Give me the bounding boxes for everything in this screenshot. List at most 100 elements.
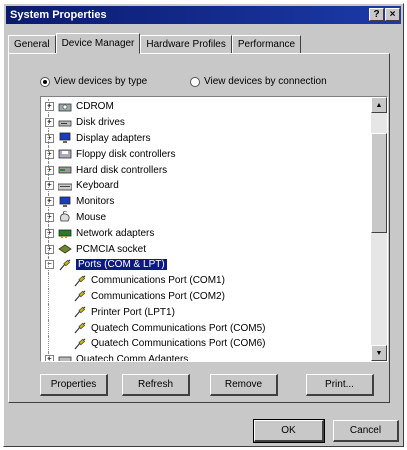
tree-item-label: Monitors bbox=[76, 196, 115, 208]
tab-performance[interactable]: Performance bbox=[231, 35, 302, 53]
tree-connector-line bbox=[48, 320, 49, 336]
expand-toggle[interactable]: + bbox=[45, 212, 54, 222]
tree-category-item[interactable]: + Floppy disk controllers bbox=[41, 146, 370, 163]
tree-item-label: CDROM bbox=[76, 101, 114, 113]
tree-category-item[interactable]: − Ports (COM & LPT) bbox=[41, 256, 370, 273]
tree-category-item[interactable]: + Hard disk controllers bbox=[41, 162, 370, 178]
tree-connector-line bbox=[48, 288, 49, 305]
floppy-controller-icon bbox=[58, 148, 72, 160]
tree-category-item[interactable]: + Display adapters bbox=[41, 130, 370, 147]
scroll-thumb[interactable] bbox=[371, 133, 387, 233]
tree-connector-line bbox=[48, 162, 49, 178]
refresh-button[interactable]: Refresh bbox=[122, 374, 190, 396]
tree-item-label: Quatech Communications Port (COM5) bbox=[91, 322, 266, 334]
tree-connector-line bbox=[48, 304, 49, 321]
port-icon bbox=[58, 259, 72, 271]
tree-item-label: Communications Port (COM1) bbox=[91, 275, 225, 287]
tree-connector-line bbox=[48, 99, 49, 115]
port-icon bbox=[73, 338, 87, 350]
tree-category-item[interactable]: + Disk drives bbox=[41, 114, 370, 131]
expand-toggle[interactable]: + bbox=[45, 244, 54, 254]
tab-hardware-profiles[interactable]: Hardware Profiles bbox=[140, 35, 232, 53]
title-bar[interactable]: System Properties ? × bbox=[6, 6, 401, 24]
tree-scrollbar[interactable]: ▲ ▼ bbox=[371, 97, 387, 361]
tree-connector-line bbox=[48, 241, 49, 257]
tree-connector-line bbox=[48, 256, 49, 273]
scroll-up-button[interactable]: ▲ bbox=[371, 97, 387, 113]
expand-toggle[interactable]: + bbox=[45, 118, 54, 128]
tree-connector-line bbox=[48, 114, 49, 131]
expand-toggle[interactable]: + bbox=[45, 133, 54, 143]
keyboard-icon bbox=[57, 180, 73, 192]
tree-item-label: Disk drives bbox=[76, 117, 125, 129]
properties-button[interactable]: Properties bbox=[40, 374, 108, 396]
disk-drive-icon bbox=[58, 117, 72, 129]
tree-item-label: Hard disk controllers bbox=[76, 164, 168, 176]
adapter-icon bbox=[58, 354, 72, 361]
network-adapter-icon bbox=[58, 227, 72, 239]
expand-toggle[interactable]: + bbox=[45, 165, 54, 175]
device-tree[interactable]: + CDROM + Disk drives + Display adapters + Flop… bbox=[40, 96, 388, 362]
radio-by-connection[interactable] bbox=[190, 76, 200, 87]
view-by-connection-option[interactable]: View devices by connection bbox=[190, 76, 327, 87]
tree-connector-line bbox=[48, 130, 49, 147]
port-icon bbox=[73, 322, 87, 334]
expand-toggle[interactable]: + bbox=[45, 149, 54, 159]
scroll-down-button[interactable]: ▼ bbox=[371, 345, 387, 361]
expand-toggle[interactable]: + bbox=[45, 228, 54, 238]
close-button[interactable]: × bbox=[385, 8, 400, 21]
tree-item-label: Floppy disk controllers bbox=[76, 148, 176, 160]
tree-category-item[interactable]: + PCMCIA socket bbox=[41, 241, 370, 257]
expand-toggle[interactable]: + bbox=[45, 197, 54, 207]
tree-child-item[interactable]: Printer Port (LPT1) bbox=[41, 304, 370, 321]
tree-child-item[interactable]: Communications Port (COM2) bbox=[41, 288, 370, 305]
tree-child-item[interactable]: Quatech Communications Port (COM6) bbox=[41, 335, 370, 352]
tab-strip: General Device Manager Hardware Profiles… bbox=[8, 33, 302, 54]
tree-item-label: PCMCIA socket bbox=[76, 243, 147, 255]
hard-disk-controller-icon bbox=[58, 164, 72, 176]
radio-by-type[interactable] bbox=[40, 76, 50, 87]
tree-category-item[interactable]: + Network adapters bbox=[41, 225, 370, 242]
tree-category-item[interactable]: + Mouse bbox=[41, 209, 370, 226]
device-tree-list: + CDROM + Disk drives + Display adapters + Flop… bbox=[41, 99, 370, 361]
tree-item-label: Communications Port (COM2) bbox=[91, 290, 225, 302]
expand-toggle[interactable]: − bbox=[45, 260, 54, 270]
tree-connector-line bbox=[48, 335, 49, 352]
cdrom-icon bbox=[58, 101, 72, 113]
tree-category-item[interactable]: + Quatech Comm Adapters bbox=[41, 351, 370, 361]
help-button[interactable]: ? bbox=[369, 8, 384, 21]
tree-connector-line bbox=[48, 177, 49, 194]
tab-general[interactable]: General bbox=[8, 35, 56, 53]
view-by-connection-label: View devices by connection bbox=[204, 76, 327, 87]
expand-toggle[interactable]: + bbox=[45, 355, 54, 361]
view-by-type-option[interactable]: View devices by type bbox=[40, 76, 147, 87]
expand-toggle[interactable]: + bbox=[45, 102, 54, 112]
tree-connector-line bbox=[48, 209, 49, 226]
pcmcia-icon bbox=[58, 243, 72, 255]
tree-connector-line bbox=[48, 193, 49, 210]
tree-item-label: Network adapters bbox=[76, 227, 155, 239]
ok-button[interactable]: OK bbox=[253, 419, 325, 443]
tree-item-label: Quatech Communications Port (COM6) bbox=[91, 338, 266, 350]
tree-item-label: Ports (COM & LPT) bbox=[76, 259, 167, 271]
monitor-icon bbox=[58, 132, 72, 144]
port-icon bbox=[73, 275, 87, 287]
print-button[interactable]: Print... bbox=[306, 374, 374, 396]
tree-item-label: Quatech Comm Adapters bbox=[76, 354, 189, 361]
tree-child-item[interactable]: Communications Port (COM1) bbox=[41, 272, 370, 289]
cancel-button[interactable]: Cancel bbox=[333, 420, 399, 442]
tree-connector-line bbox=[48, 225, 49, 242]
tab-device-manager[interactable]: Device Manager bbox=[55, 33, 141, 54]
tree-item-label: Display adapters bbox=[76, 132, 151, 144]
tree-child-item[interactable]: Quatech Communications Port (COM5) bbox=[41, 320, 370, 336]
tree-category-item[interactable]: + CDROM bbox=[41, 99, 370, 115]
view-by-type-label: View devices by type bbox=[54, 76, 148, 87]
tree-item-label: Keyboard bbox=[76, 180, 119, 192]
expand-toggle[interactable]: + bbox=[45, 181, 54, 191]
tree-category-item[interactable]: + Monitors bbox=[41, 193, 370, 210]
tree-connector-line bbox=[48, 146, 49, 163]
tree-category-item[interactable]: + Keyboard bbox=[41, 177, 370, 194]
monitor-icon bbox=[58, 196, 72, 208]
tree-item-label: Printer Port (LPT1) bbox=[91, 306, 175, 318]
remove-button[interactable]: Remove bbox=[210, 374, 278, 396]
